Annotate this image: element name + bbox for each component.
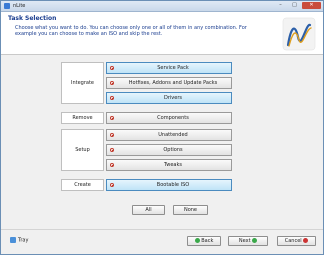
page-description: Choose what you want to do. You can choo… xyxy=(15,25,247,37)
category-create: Create xyxy=(61,179,104,191)
task-hotfixes[interactable]: Hotfixes, Addons and Update Packs xyxy=(106,77,232,89)
task-label: Bootable ISO xyxy=(156,182,190,188)
nlite-logo-icon xyxy=(282,17,316,51)
title-bar[interactable]: nLite – □ ✕ xyxy=(1,1,323,12)
task-unattended[interactable]: Unattended xyxy=(106,129,232,141)
category-label: Create xyxy=(74,182,91,188)
task-label: Service Pack xyxy=(157,65,189,71)
tray-toggle[interactable]: Tray xyxy=(10,237,28,244)
category-setup: Setup xyxy=(61,129,104,171)
tray-icon xyxy=(10,237,16,243)
minimize-button[interactable]: – xyxy=(274,2,287,9)
window-title: nLite xyxy=(13,3,26,9)
wizard-header: Task Selection Choose what you want to d… xyxy=(1,12,323,55)
power-icon xyxy=(110,133,114,137)
category-integrate: Integrate xyxy=(61,62,104,104)
cancel-label: Cancel xyxy=(284,238,302,244)
next-label: Next xyxy=(238,238,251,244)
maximize-button[interactable]: □ xyxy=(288,2,301,9)
category-label: Remove xyxy=(72,115,93,121)
category-label: Setup xyxy=(75,147,90,153)
task-label: Drivers xyxy=(164,95,182,101)
cancel-x-icon xyxy=(303,238,309,243)
task-label: Unattended xyxy=(158,132,188,138)
category-remove: Remove xyxy=(61,112,104,124)
back-button[interactable]: Back xyxy=(187,236,221,246)
power-icon xyxy=(110,66,114,70)
select-all-button[interactable]: All xyxy=(132,205,165,215)
task-label: Hotfixes, Addons and Update Packs xyxy=(128,80,218,86)
task-options[interactable]: Options xyxy=(106,144,232,156)
task-label: Tweaks xyxy=(164,162,182,168)
page-title: Task Selection xyxy=(8,15,57,22)
task-components[interactable]: Components xyxy=(106,112,232,124)
power-icon xyxy=(110,163,114,167)
cancel-button[interactable]: Cancel xyxy=(277,236,316,246)
close-button[interactable]: ✕ xyxy=(302,2,321,9)
power-icon xyxy=(110,148,114,152)
power-icon xyxy=(110,96,114,100)
power-icon xyxy=(110,183,114,187)
select-none-button[interactable]: None xyxy=(173,205,208,215)
next-arrow-icon xyxy=(252,238,258,243)
app-window: nLite – □ ✕ Task Selection Choose what y… xyxy=(0,0,324,255)
category-label: Integrate xyxy=(70,80,94,86)
next-button[interactable]: Next xyxy=(228,236,268,246)
tray-label: Tray xyxy=(18,237,29,244)
footer-divider xyxy=(1,229,323,230)
task-label: Options xyxy=(163,147,183,153)
power-icon xyxy=(110,116,114,120)
task-service-pack[interactable]: Service Pack xyxy=(106,62,232,74)
task-bootable-iso[interactable]: Bootable ISO xyxy=(106,179,232,191)
task-label: Components xyxy=(157,115,189,121)
app-icon xyxy=(4,3,10,9)
back-arrow-icon xyxy=(194,238,200,243)
power-icon xyxy=(110,81,114,85)
back-label: Back xyxy=(201,238,214,244)
task-tweaks[interactable]: Tweaks xyxy=(106,159,232,171)
task-drivers[interactable]: Drivers xyxy=(106,92,232,104)
